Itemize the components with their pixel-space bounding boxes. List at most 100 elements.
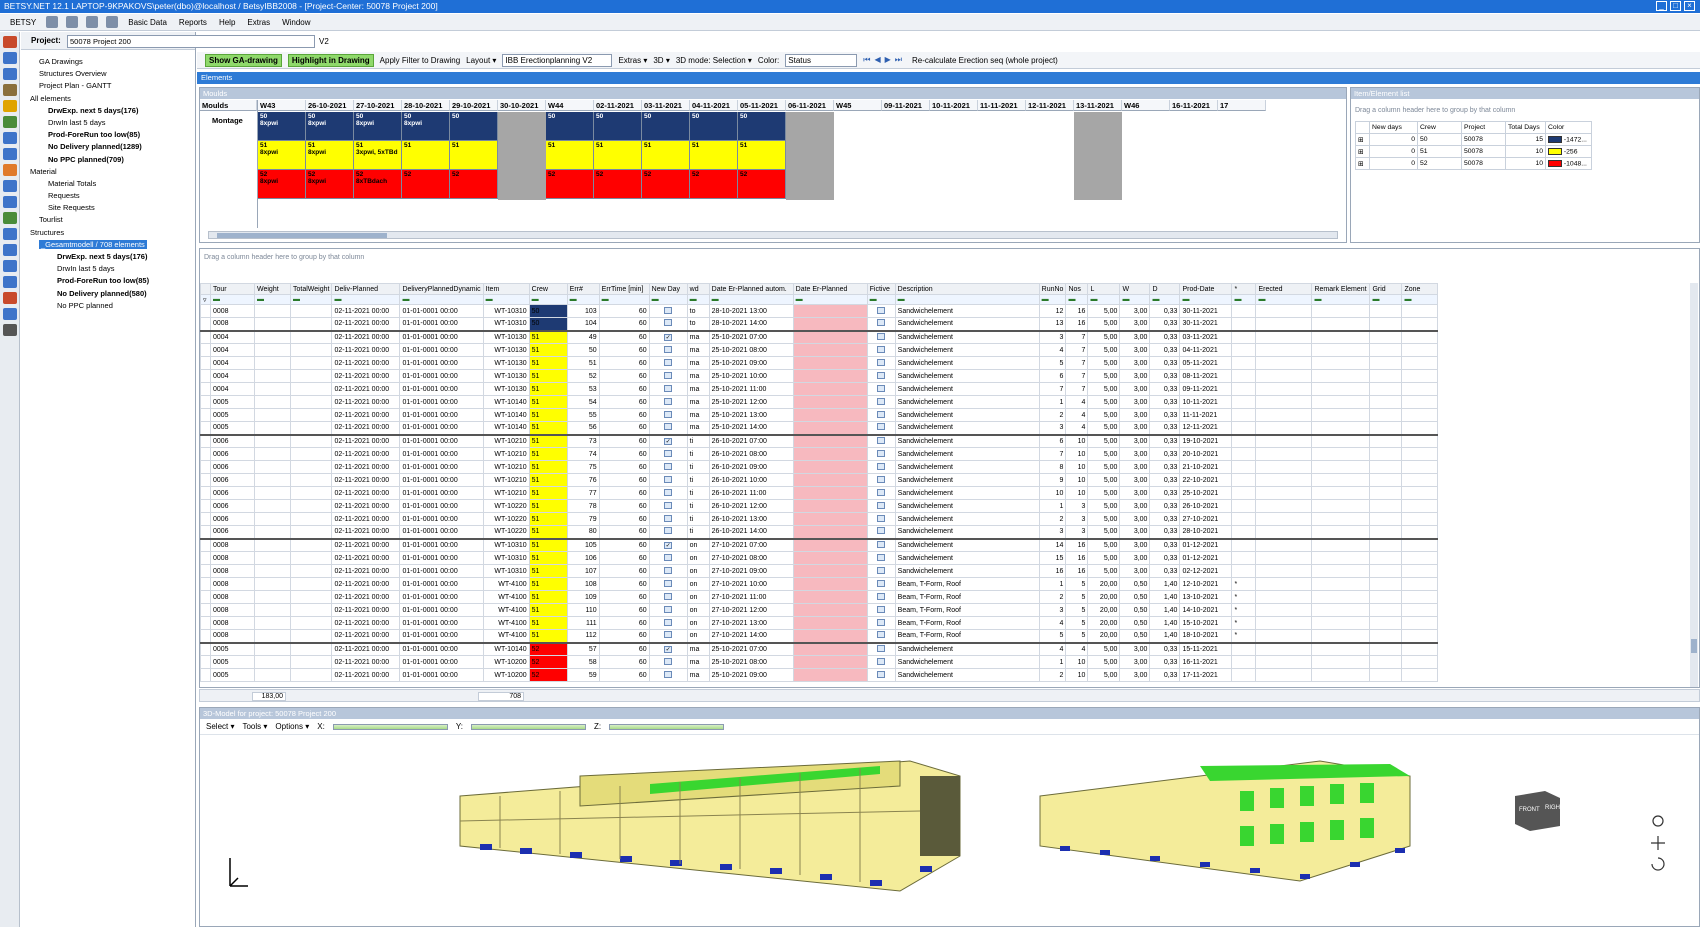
date-er-planned-cell[interactable] bbox=[792, 382, 868, 396]
table-row[interactable]: 0006 02-11-2021 00:00 01-01-0001 00:00 W… bbox=[200, 433, 1439, 448]
new-day-checkbox[interactable] bbox=[648, 486, 688, 500]
filter-cell[interactable]: ▬ bbox=[1369, 294, 1403, 305]
mould-crew-block[interactable]: 51 bbox=[450, 141, 498, 170]
mould-crew-block[interactable]: 50 8xpwi bbox=[306, 112, 354, 141]
grid-column-header[interactable]: TotalWeight bbox=[289, 283, 333, 295]
moulds-day-column[interactable]: 17 bbox=[1218, 100, 1266, 228]
module-icon[interactable] bbox=[3, 52, 17, 64]
filter-cell[interactable]: ▬ bbox=[210, 294, 255, 305]
mould-crew-block[interactable]: 52 8xpwi bbox=[258, 170, 306, 199]
filter-icon[interactable]: ▿ bbox=[200, 294, 211, 305]
module-icon[interactable] bbox=[3, 116, 17, 128]
module-icon[interactable] bbox=[3, 36, 17, 48]
apply-filter-button[interactable]: Apply Filter to Drawing bbox=[380, 56, 460, 65]
date-er-planned-cell[interactable] bbox=[792, 304, 868, 318]
fictive-checkbox[interactable] bbox=[866, 395, 896, 409]
date-er-planned-cell[interactable] bbox=[792, 408, 868, 422]
moulds-day-column[interactable]: W45 bbox=[834, 100, 882, 228]
date-er-planned-cell[interactable] bbox=[792, 421, 868, 435]
table-row[interactable]: 0005 02-11-2021 00:00 01-01-0001 00:00 W… bbox=[200, 421, 1439, 435]
fictive-checkbox[interactable] bbox=[866, 512, 896, 526]
filter-cell[interactable]: ▬ bbox=[708, 294, 794, 305]
row-indicator[interactable] bbox=[200, 603, 211, 617]
mould-crew-block[interactable]: 52 bbox=[738, 170, 786, 199]
tree-item[interactable]: DrwExp. next 5 days(176) bbox=[21, 105, 195, 117]
row-indicator[interactable] bbox=[200, 551, 211, 565]
date-er-planned-cell[interactable] bbox=[792, 641, 868, 656]
date-er-planned-cell[interactable] bbox=[792, 447, 868, 461]
mould-crew-block[interactable]: 50 8xpwi bbox=[402, 112, 450, 141]
menu-item-basic-data[interactable]: Basic Data bbox=[122, 18, 173, 27]
new-day-checkbox[interactable] bbox=[648, 408, 688, 422]
filter-cell[interactable]: ▬ bbox=[686, 294, 710, 305]
maximize-icon[interactable]: □ bbox=[1670, 1, 1681, 11]
grid-column-header[interactable]: Crew bbox=[528, 283, 568, 295]
grid-vscrollbar[interactable] bbox=[1690, 283, 1698, 687]
filter-cell[interactable]: ▬ bbox=[1087, 294, 1121, 305]
mould-crew-block[interactable]: 52 bbox=[594, 170, 642, 199]
fictive-checkbox[interactable] bbox=[866, 356, 896, 370]
item-list-header[interactable]: Project bbox=[1461, 121, 1506, 134]
module-icon[interactable] bbox=[3, 324, 17, 336]
mould-crew-block[interactable]: 50 8xpwi bbox=[258, 112, 306, 141]
date-er-planned-cell[interactable] bbox=[792, 486, 868, 500]
grid-column-header[interactable]: New Day bbox=[648, 283, 688, 295]
select-menu[interactable]: Select ▾ bbox=[206, 722, 234, 731]
filter-cell[interactable]: ▬ bbox=[331, 294, 401, 305]
table-row[interactable]: 0005 02-11-2021 00:00 01-01-0001 00:00 W… bbox=[200, 668, 1439, 682]
moulds-day-column[interactable]: 03-11-2021 50 51 52 bbox=[642, 100, 690, 228]
filter-cell[interactable]: ▬ bbox=[792, 294, 868, 305]
table-row[interactable]: 0006 02-11-2021 00:00 01-01-0001 00:00 W… bbox=[200, 512, 1439, 526]
menu-item-window[interactable]: Window bbox=[276, 18, 316, 27]
grid-column-header[interactable]: Fictive bbox=[866, 283, 896, 295]
fictive-checkbox[interactable] bbox=[866, 590, 896, 604]
moulds-day-column[interactable]: 13-11-2021 bbox=[1074, 100, 1122, 228]
3d-mode-menu[interactable]: 3D mode: Selection ▾ bbox=[676, 56, 752, 65]
grid-column-header[interactable]: Description bbox=[894, 283, 1040, 295]
fictive-checkbox[interactable] bbox=[866, 525, 896, 539]
row-indicator[interactable] bbox=[200, 433, 211, 448]
table-row[interactable]: 0008 02-11-2021 00:00 01-01-0001 00:00 W… bbox=[200, 564, 1439, 578]
row-indicator[interactable] bbox=[200, 460, 211, 474]
new-day-checkbox[interactable] bbox=[648, 395, 688, 409]
3d-menu[interactable]: 3D ▾ bbox=[653, 56, 669, 65]
row-indicator[interactable] bbox=[200, 382, 211, 396]
date-er-planned-cell[interactable] bbox=[792, 433, 868, 448]
grid-column-header[interactable]: wd bbox=[686, 283, 710, 295]
table-row[interactable]: 0006 02-11-2021 00:00 01-01-0001 00:00 W… bbox=[200, 486, 1439, 500]
fictive-checkbox[interactable] bbox=[866, 421, 896, 435]
item-list-header[interactable]: Crew bbox=[1417, 121, 1462, 134]
tree-item[interactable]: Project Plan - GANTT bbox=[21, 80, 195, 92]
moulds-day-column[interactable]: 28-10-2021 50 8xpwi 51 52 bbox=[402, 100, 450, 228]
fictive-checkbox[interactable] bbox=[866, 382, 896, 396]
recalculate-button[interactable]: Re-calculate Erection seq (whole project… bbox=[912, 56, 1058, 65]
date-er-planned-cell[interactable] bbox=[792, 564, 868, 578]
row-indicator[interactable] bbox=[200, 486, 211, 500]
table-row[interactable]: 0005 02-11-2021 00:00 01-01-0001 00:00 W… bbox=[200, 641, 1439, 656]
table-row[interactable]: 0006 02-11-2021 00:00 01-01-0001 00:00 W… bbox=[200, 447, 1439, 461]
layout-menu[interactable]: Layout ▾ bbox=[466, 56, 496, 65]
menu-item-reports[interactable]: Reports bbox=[173, 18, 213, 27]
new-day-checkbox[interactable] bbox=[648, 473, 688, 487]
zoom-icon[interactable] bbox=[1652, 815, 1664, 827]
filter-cell[interactable]: ▬ bbox=[894, 294, 1040, 305]
row-indicator[interactable] bbox=[200, 525, 211, 539]
table-row[interactable]: 0006 02-11-2021 00:00 01-01-0001 00:00 W… bbox=[200, 499, 1439, 513]
moulds-day-column[interactable]: 11-11-2021 bbox=[978, 100, 1026, 228]
row-indicator[interactable] bbox=[200, 421, 211, 435]
fictive-checkbox[interactable] bbox=[866, 551, 896, 565]
grid-column-header[interactable]: Err# bbox=[566, 283, 600, 295]
row-indicator[interactable] bbox=[200, 668, 211, 682]
grid-column-header[interactable]: W bbox=[1119, 283, 1151, 295]
mould-crew-block[interactable]: 52 8xTBdach bbox=[354, 170, 402, 199]
new-day-checkbox[interactable] bbox=[648, 356, 688, 370]
new-day-checkbox[interactable] bbox=[648, 577, 688, 591]
date-er-planned-cell[interactable] bbox=[792, 668, 868, 682]
moulds-day-column[interactable]: W43 50 8xpwi 51 8xpwi 52 8xpwi bbox=[258, 100, 306, 228]
tree-item[interactable]: Tourlist bbox=[21, 214, 195, 226]
module-icon[interactable] bbox=[3, 308, 17, 320]
fictive-checkbox[interactable] bbox=[866, 460, 896, 474]
tree-item[interactable]: No PPC planned bbox=[21, 300, 195, 312]
grid-column-header[interactable]: Prod-Date bbox=[1179, 283, 1233, 295]
mould-crew-block[interactable]: 50 bbox=[738, 112, 786, 141]
